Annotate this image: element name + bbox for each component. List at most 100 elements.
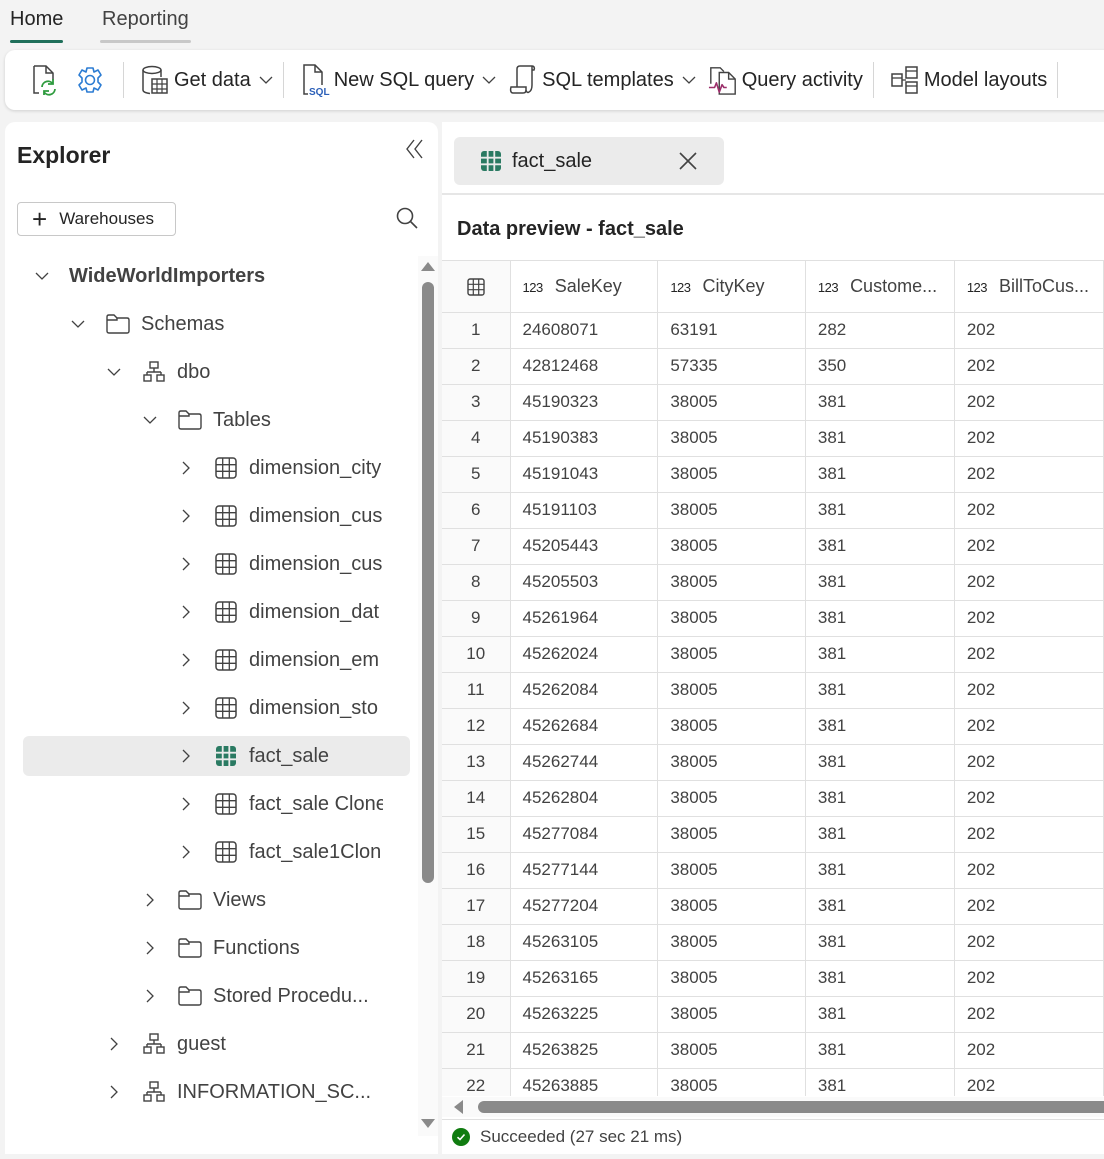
tree-item[interactable]: Stored Procedu... bbox=[141, 976, 369, 1016]
table-cell[interactable]: 38005 bbox=[657, 600, 806, 637]
table-cell[interactable]: 38005 bbox=[657, 564, 806, 601]
table-cell[interactable]: 202 bbox=[954, 924, 1104, 961]
table-cell[interactable]: 381 bbox=[805, 924, 955, 961]
table-cell[interactable]: 381 bbox=[805, 708, 955, 745]
sql-templates-button[interactable]: SQL templates bbox=[502, 60, 702, 100]
row-number-cell[interactable]: 4 bbox=[442, 420, 511, 457]
table-cell[interactable]: 381 bbox=[805, 744, 955, 781]
chevron-right-icon[interactable] bbox=[177, 507, 195, 525]
row-number-cell[interactable]: 7 bbox=[442, 528, 511, 565]
row-number-cell[interactable]: 2 bbox=[442, 348, 511, 385]
table-row[interactable]: 16 45277144 38005 381 202 bbox=[442, 852, 1104, 889]
table-cell[interactable]: 45190383 bbox=[510, 420, 659, 457]
chevron-right-icon[interactable] bbox=[141, 891, 159, 909]
table-cell[interactable]: 45263225 bbox=[510, 996, 659, 1033]
tree-item[interactable]: guest bbox=[105, 1024, 226, 1064]
table-row[interactable]: 11 45262084 38005 381 202 bbox=[442, 672, 1104, 709]
add-warehouses-button[interactable]: + Warehouses bbox=[17, 202, 176, 236]
scroll-left-arrow[interactable] bbox=[454, 1100, 463, 1114]
row-number-cell[interactable]: 15 bbox=[442, 816, 511, 853]
table-cell[interactable]: 202 bbox=[954, 996, 1104, 1033]
table-row[interactable]: 19 45263165 38005 381 202 bbox=[442, 960, 1104, 997]
table-cell[interactable]: 350 bbox=[805, 348, 955, 385]
chevron-down-icon[interactable] bbox=[105, 363, 123, 381]
scroll-thumb[interactable] bbox=[478, 1101, 1104, 1113]
table-cell[interactable]: 282 bbox=[805, 312, 955, 349]
chevron-right-icon[interactable] bbox=[141, 987, 159, 1005]
table-cell[interactable]: 38005 bbox=[657, 384, 806, 421]
row-number-cell[interactable]: 18 bbox=[442, 924, 511, 961]
select-all-cell[interactable] bbox=[442, 261, 511, 313]
scroll-down-arrow[interactable] bbox=[421, 1119, 435, 1128]
explorer-search-button[interactable] bbox=[394, 205, 420, 231]
table-cell[interactable]: 202 bbox=[954, 384, 1104, 421]
table-row[interactable]: 5 45191043 38005 381 202 bbox=[442, 456, 1104, 493]
row-number-cell[interactable]: 10 bbox=[442, 636, 511, 673]
table-cell[interactable]: 38005 bbox=[657, 996, 806, 1033]
table-cell[interactable]: 45190323 bbox=[510, 384, 659, 421]
tab-home[interactable]: Home bbox=[10, 8, 64, 43]
table-cell[interactable]: 202 bbox=[954, 312, 1104, 349]
table-cell[interactable]: 45262804 bbox=[510, 780, 659, 817]
table-cell[interactable]: 381 bbox=[805, 996, 955, 1033]
row-number-cell[interactable]: 3 bbox=[442, 384, 511, 421]
table-row[interactable]: 17 45277204 38005 381 202 bbox=[442, 888, 1104, 925]
table-row[interactable]: 20 45263225 38005 381 202 bbox=[442, 996, 1104, 1033]
table-cell[interactable]: 45263105 bbox=[510, 924, 659, 961]
table-row[interactable]: 6 45191103 38005 381 202 bbox=[442, 492, 1104, 529]
tree-item[interactable]: Views bbox=[141, 880, 266, 920]
tree-item[interactable]: Functions bbox=[141, 928, 300, 968]
table-cell[interactable]: 202 bbox=[954, 780, 1104, 817]
table-cell[interactable]: 38005 bbox=[657, 456, 806, 493]
table-row[interactable]: 10 45262024 38005 381 202 bbox=[442, 636, 1104, 673]
chevron-right-icon[interactable] bbox=[177, 459, 195, 477]
scroll-up-arrow[interactable] bbox=[421, 262, 435, 271]
table-cell[interactable]: 45191043 bbox=[510, 456, 659, 493]
table-cell[interactable]: 45191103 bbox=[510, 492, 659, 529]
tree-item[interactable]: dimension_sto bbox=[177, 688, 378, 728]
table-cell[interactable]: 202 bbox=[954, 636, 1104, 673]
chevron-down-icon[interactable] bbox=[33, 267, 51, 285]
table-cell[interactable]: 381 bbox=[805, 888, 955, 925]
column-header-salekey[interactable]: 123 SaleKey bbox=[510, 261, 659, 313]
table-cell[interactable]: 381 bbox=[805, 852, 955, 889]
row-number-cell[interactable]: 14 bbox=[442, 780, 511, 817]
tree-item[interactable]: INFORMATION_SC... bbox=[105, 1072, 371, 1112]
table-cell[interactable]: 45277084 bbox=[510, 816, 659, 853]
scroll-thumb[interactable] bbox=[422, 282, 434, 883]
row-number-cell[interactable]: 1 bbox=[442, 312, 511, 349]
table-cell[interactable]: 38005 bbox=[657, 852, 806, 889]
new-sql-query-button[interactable]: SQL New SQL query bbox=[294, 60, 502, 100]
chevron-right-icon[interactable] bbox=[177, 795, 195, 813]
row-number-cell[interactable]: 8 bbox=[442, 564, 511, 601]
table-cell[interactable]: 381 bbox=[805, 528, 955, 565]
table-cell[interactable]: 381 bbox=[805, 1032, 955, 1069]
table-cell[interactable]: 381 bbox=[805, 420, 955, 457]
row-number-cell[interactable]: 17 bbox=[442, 888, 511, 925]
tree-item[interactable]: fact_sale bbox=[23, 736, 410, 776]
explorer-vertical-scrollbar[interactable] bbox=[418, 256, 438, 1136]
table-row[interactable]: 22 45263885 38005 381 202 bbox=[442, 1068, 1104, 1096]
table-cell[interactable]: 202 bbox=[954, 564, 1104, 601]
chevron-right-icon[interactable] bbox=[141, 939, 159, 957]
chevron-right-icon[interactable] bbox=[177, 651, 195, 669]
document-tab-fact-sale[interactable]: fact_sale bbox=[454, 137, 724, 185]
row-number-cell[interactable]: 5 bbox=[442, 456, 511, 493]
tree-item[interactable]: dbo bbox=[105, 352, 210, 392]
chevron-right-icon[interactable] bbox=[105, 1083, 123, 1101]
table-cell[interactable]: 45205443 bbox=[510, 528, 659, 565]
get-data-button[interactable]: Get data bbox=[134, 60, 279, 100]
table-cell[interactable]: 381 bbox=[805, 816, 955, 853]
table-row[interactable]: 4 45190383 38005 381 202 bbox=[442, 420, 1104, 457]
tab-reporting[interactable]: Reporting bbox=[100, 8, 191, 43]
row-number-cell[interactable]: 22 bbox=[442, 1068, 511, 1096]
tree-item[interactable]: Tables bbox=[141, 400, 271, 440]
table-cell[interactable]: 38005 bbox=[657, 1068, 806, 1096]
grid-horizontal-scrollbar[interactable] bbox=[442, 1097, 1104, 1117]
chevron-right-icon[interactable] bbox=[105, 1035, 123, 1053]
table-row[interactable]: 13 45262744 38005 381 202 bbox=[442, 744, 1104, 781]
table-cell[interactable]: 381 bbox=[805, 456, 955, 493]
table-cell[interactable]: 202 bbox=[954, 1032, 1104, 1069]
table-cell[interactable]: 38005 bbox=[657, 888, 806, 925]
table-row[interactable]: 9 45261964 38005 381 202 bbox=[442, 600, 1104, 637]
